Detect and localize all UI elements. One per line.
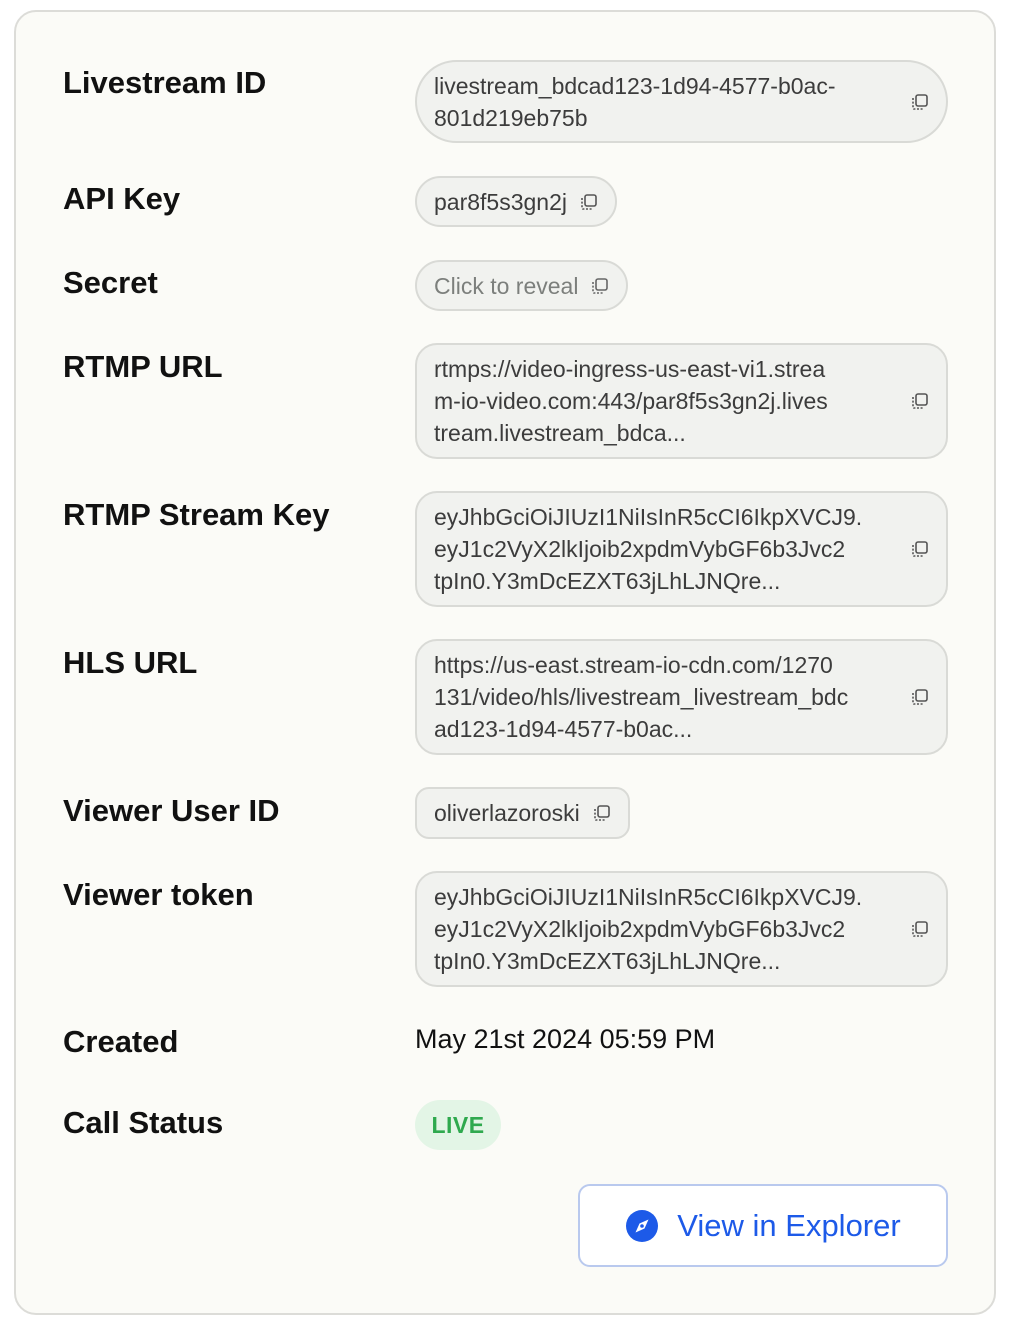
api-key-field[interactable]: par8f5s3gn2j [415,176,617,227]
call-status-label: Call Status [63,1105,224,1140]
copy-icon[interactable] [910,391,930,411]
rtmp-stream-key-value: eyJhbGciOiJIUzI1NiIsInR5cCI6IkpXVCJ9. ey… [434,504,863,594]
viewer-token-label: Viewer token [63,877,254,912]
viewer-token-field[interactable]: eyJhbGciOiJIUzI1NiIsInR5cCI6IkpXVCJ9. ey… [415,871,948,987]
created-label: Created [63,1024,179,1059]
secret-label: Secret [63,265,158,300]
created-value: May 21st 2024 05:59 PM [415,1024,716,1054]
view-in-explorer-label: View in Explorer [677,1207,901,1243]
api-key-value: par8f5s3gn2j [434,188,567,215]
copy-icon[interactable] [910,687,930,707]
livestream-id-label: Livestream ID [63,65,267,100]
rtmp-stream-key-label: RTMP Stream Key [63,497,330,532]
copy-icon[interactable] [592,803,612,823]
secret-value: Click to reveal [434,272,579,299]
livestream-id-value: livestream_bdcad123-1d94-4577-b0ac- 801d… [434,72,836,131]
copy-icon[interactable] [910,539,930,559]
secret-reveal-field[interactable]: Click to reveal [415,260,629,311]
rtmp-url-value: rtmps://video-ingress-us-east-vi1.strea … [434,356,828,446]
rtmp-url-label: RTMP URL [63,349,223,384]
viewer-user-id-field[interactable]: oliverlazoroski [415,787,630,839]
viewer-token-value: eyJhbGciOiJIUzI1NiIsInR5cCI6IkpXVCJ9. ey… [434,884,863,974]
copy-icon[interactable] [910,919,930,939]
live-status-badge: LIVE [415,1100,501,1150]
copy-icon[interactable] [910,92,930,112]
viewer-user-id-value: oliverlazoroski [434,800,580,826]
hls-url-field[interactable]: https://us-east.stream-io-cdn.com/1270 1… [415,639,948,755]
hls-url-label: HLS URL [63,645,198,680]
api-key-label: API Key [63,181,181,216]
compass-icon [626,1209,659,1242]
livestream-id-field[interactable]: livestream_bdcad123-1d94-4577-b0ac- 801d… [415,60,948,143]
rtmp-stream-key-field[interactable]: eyJhbGciOiJIUzI1NiIsInR5cCI6IkpXVCJ9. ey… [415,491,948,607]
copy-icon[interactable] [590,276,610,296]
viewer-user-id-label: Viewer User ID [63,793,280,828]
rtmp-url-field[interactable]: rtmps://video-ingress-us-east-vi1.strea … [415,343,948,459]
view-in-explorer-button[interactable]: View in Explorer [578,1184,948,1267]
copy-icon[interactable] [579,192,599,212]
hls-url-value: https://us-east.stream-io-cdn.com/1270 1… [434,652,849,742]
